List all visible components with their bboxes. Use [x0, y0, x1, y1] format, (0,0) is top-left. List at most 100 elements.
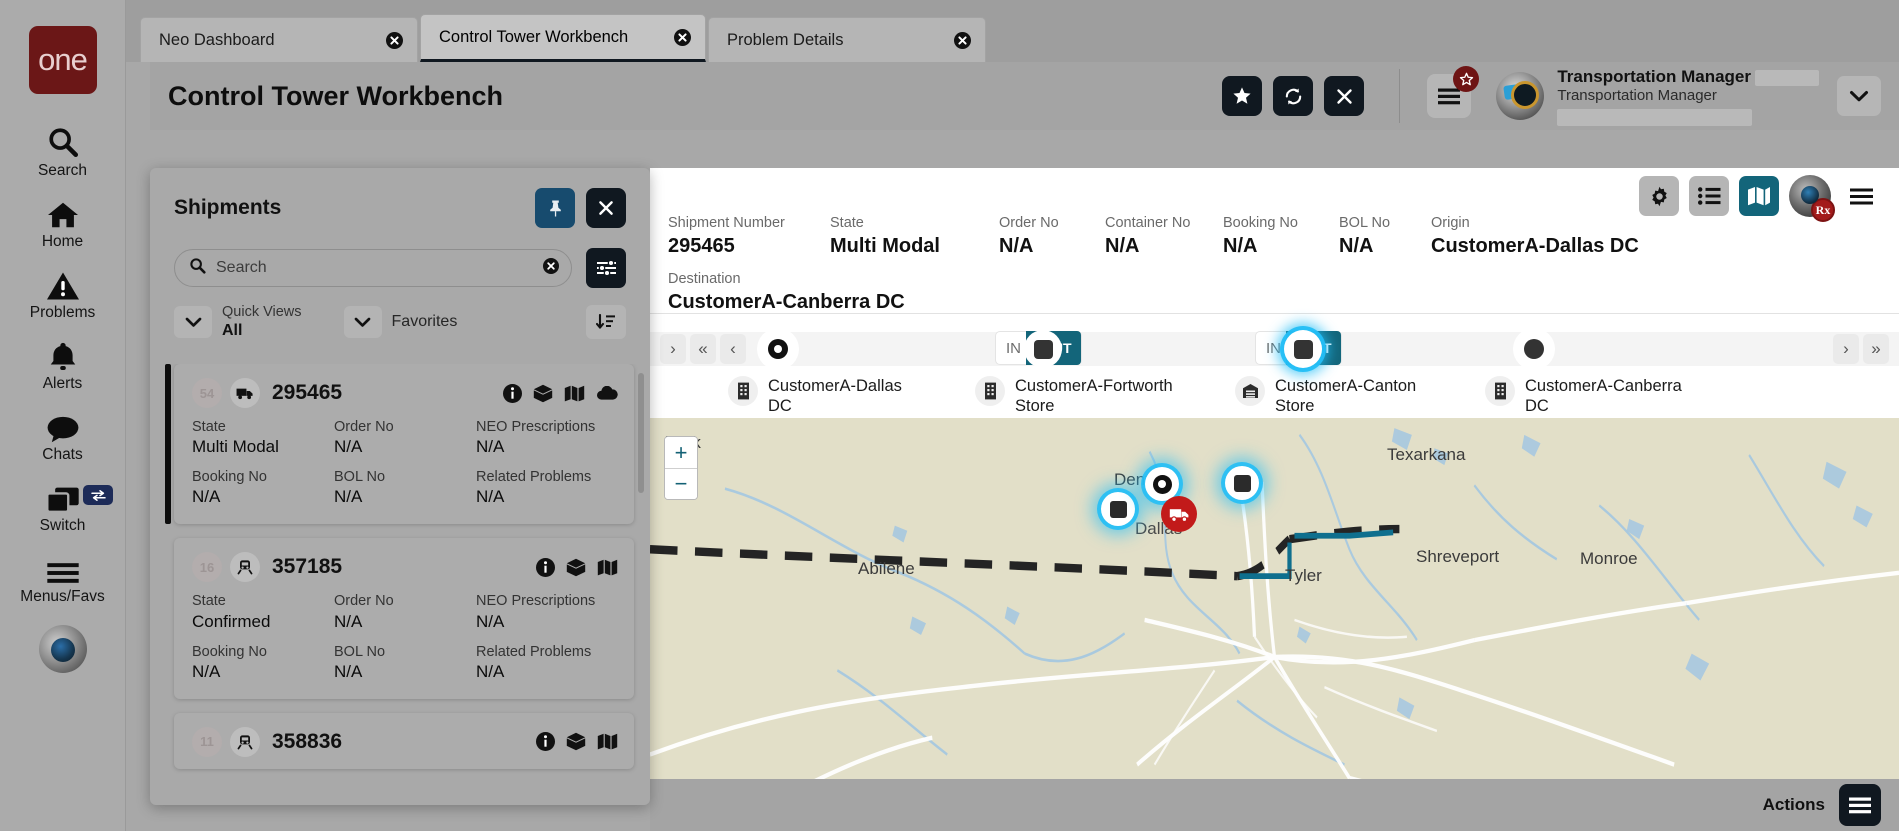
stop-dot-solid[interactable] [1516, 331, 1552, 367]
refresh-icon [1283, 86, 1304, 107]
stop-label-2: CustomerA-Fortworth Store [975, 376, 1205, 416]
map-icon[interactable] [564, 385, 585, 402]
list-item[interactable]: 11 358836 [174, 713, 634, 769]
close-icon[interactable] [360, 32, 403, 49]
rail-item-search[interactable]: Search [0, 116, 125, 187]
stop-dot-square-active[interactable] [1284, 330, 1322, 368]
map-icon[interactable] [597, 733, 618, 750]
actions-menu-button[interactable] [1839, 784, 1881, 826]
map-canvas[interactable]: + − bock Denton Texarkana Abilene Dallas… [650, 418, 1899, 805]
stop-marker-4[interactable] [1516, 318, 1552, 367]
map-view-button[interactable] [1739, 176, 1779, 216]
field-value: N/A [334, 611, 476, 633]
box-icon[interactable] [566, 558, 586, 577]
field-value: N/A [334, 486, 476, 508]
rail-avatar[interactable] [39, 625, 87, 673]
stop-name: CustomerA-Dallas DC [768, 376, 928, 416]
stop-marker-2[interactable]: IN OUT [995, 318, 1082, 365]
user-block[interactable]: Transportation Manager Transportation Ma… [1496, 66, 1899, 126]
vehicle-marker[interactable] [1161, 496, 1197, 532]
clear-circle-icon[interactable] [543, 258, 559, 279]
stop-track: › « ‹ › » CustomerA-Dallas DC [650, 318, 1899, 418]
redacted-text [1557, 109, 1752, 126]
box-icon[interactable] [533, 384, 553, 403]
tab-label: Control Tower Workbench [439, 28, 628, 47]
search-input[interactable] [216, 259, 543, 277]
tab-neo-dashboard[interactable]: Neo Dashboard [140, 17, 418, 62]
map-icon [1747, 186, 1771, 206]
stop-label-1: CustomerA-Dallas DC [728, 376, 928, 416]
close-icon[interactable] [928, 32, 971, 49]
cloud-icon[interactable] [596, 386, 618, 401]
list-item[interactable]: 16 357185 State Confirmed [174, 538, 634, 698]
list-view-button[interactable] [1689, 176, 1729, 216]
search-field[interactable] [174, 249, 572, 287]
stop-marker-1[interactable] [760, 318, 796, 367]
tab-problem-details[interactable]: Problem Details [708, 17, 986, 62]
field-value: 295465 [668, 233, 830, 260]
shipments-scrollbar[interactable] [638, 373, 644, 493]
settings-button[interactable] [1639, 176, 1679, 216]
rail-item-problems[interactable]: Problems [0, 258, 125, 329]
rail-label: Search [38, 162, 87, 179]
field-bol-no: BOL No N/A [334, 643, 476, 683]
stop-dot-ring[interactable] [760, 331, 796, 367]
panel-close-button[interactable] [586, 188, 626, 228]
track-expand-button[interactable]: › [660, 334, 686, 364]
swap-arrows-icon[interactable] [83, 485, 113, 505]
info-icon[interactable] [536, 558, 555, 577]
field-value: N/A [1339, 233, 1431, 260]
field-neo-prescriptions: NEO Prescriptions N/A [476, 418, 618, 458]
inout-pill[interactable]: IN OUT [995, 331, 1082, 365]
pin-button[interactable] [535, 188, 575, 228]
stop-marker-dallas[interactable] [1101, 492, 1135, 526]
refresh-button[interactable] [1273, 76, 1313, 116]
rail-item-switch[interactable]: Switch [0, 471, 125, 542]
stop-marker-canton[interactable] [1225, 466, 1259, 500]
map-tiles [650, 418, 1899, 805]
track-first-button[interactable]: « [690, 334, 716, 364]
stop-marker-3[interactable]: IN OUT [1255, 318, 1342, 365]
favorite-button[interactable] [1222, 76, 1262, 116]
map-label: Abilene [858, 559, 915, 579]
shipments-list[interactable]: 54 295465 State Multi Modal [150, 364, 650, 805]
user-menu-caret[interactable] [1837, 76, 1881, 116]
quick-views-caret[interactable] [174, 306, 212, 338]
zoom-in-button[interactable]: + [665, 437, 697, 468]
search-icon [46, 125, 80, 159]
prescription-avatar[interactable]: Rx [1789, 175, 1831, 217]
field-value: N/A [1105, 233, 1223, 260]
close-button[interactable] [1324, 76, 1364, 116]
card-action-icons [503, 384, 618, 403]
zoom-out-button[interactable]: − [665, 468, 697, 499]
field-booking-no: Booking No N/A [192, 643, 334, 683]
inout-pill-active[interactable]: IN OUT [1255, 331, 1342, 365]
info-icon[interactable] [536, 732, 555, 751]
list-item[interactable]: 54 295465 State Multi Modal [174, 364, 634, 524]
stop-dot-square[interactable] [1024, 330, 1062, 368]
sort-button[interactable] [586, 305, 626, 339]
app-logo[interactable]: one [29, 26, 97, 94]
panel-title: Shipments [174, 196, 281, 220]
header-menu-button[interactable] [1427, 74, 1471, 118]
filter-button[interactable] [586, 248, 626, 288]
info-icon[interactable] [503, 384, 522, 403]
sort-descending-icon [596, 314, 616, 331]
map-icon[interactable] [597, 559, 618, 576]
box-icon[interactable] [566, 732, 586, 751]
detail-menu-button[interactable] [1841, 176, 1881, 216]
tab-control-tower-workbench[interactable]: Control Tower Workbench [420, 14, 706, 62]
stop-label-4: CustomerA-Canberra DC [1485, 376, 1690, 416]
favorites-caret[interactable] [344, 306, 382, 338]
track-next-button[interactable]: › [1833, 334, 1859, 364]
rail-item-alerts[interactable]: Alerts [0, 329, 125, 400]
rail-item-home[interactable]: Home [0, 187, 125, 258]
rail-item-menus-favs[interactable]: Menus/Favs [0, 542, 125, 613]
stop-name: CustomerA-Fortworth Store [1015, 376, 1205, 416]
rail-item-chats[interactable]: Chats [0, 400, 125, 471]
track-last-button[interactable]: » [1863, 334, 1889, 364]
track-prev-button[interactable]: ‹ [720, 334, 746, 364]
bell-icon [47, 338, 79, 372]
close-icon[interactable] [648, 29, 691, 46]
field-value: N/A [476, 611, 618, 633]
